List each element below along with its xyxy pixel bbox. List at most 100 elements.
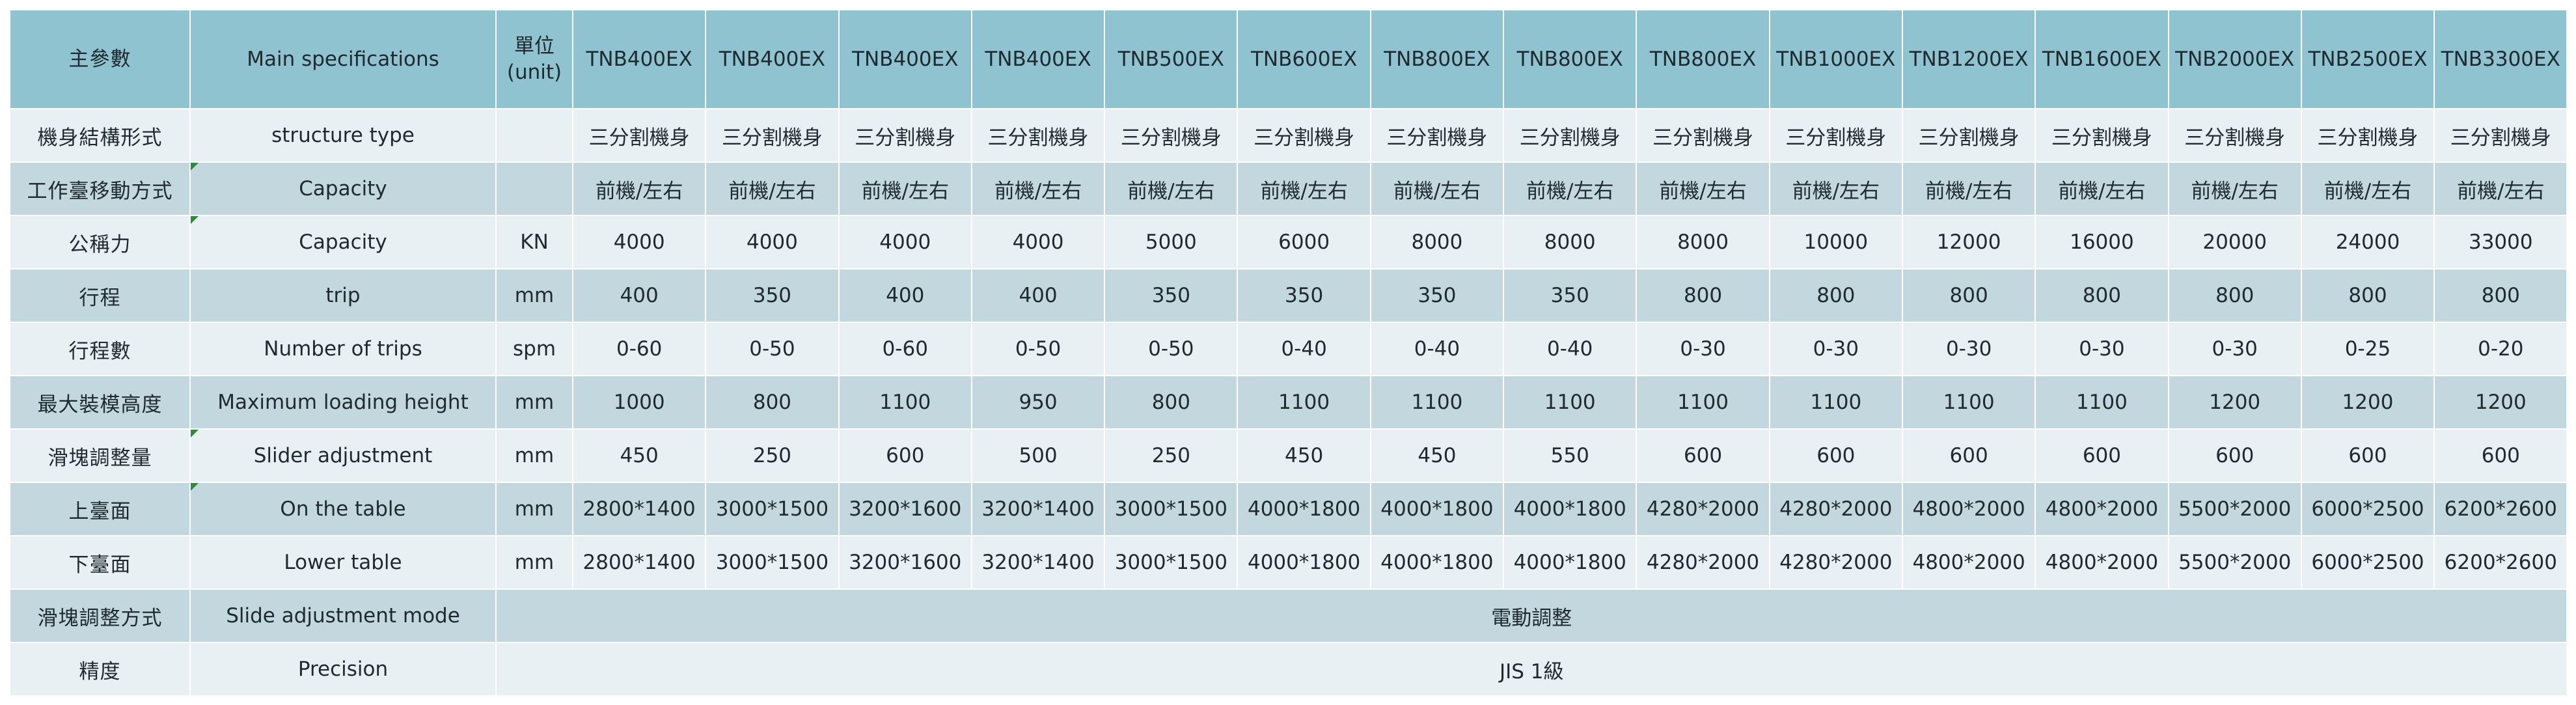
merged-value-cell: 電動調整 (495, 588, 2568, 643)
row-value-cell: 三分割機身 (1901, 108, 2036, 163)
row-value-cell: 800 (1768, 268, 1903, 323)
row-value-cell: 三分割機身 (2300, 108, 2435, 163)
row-value-cell: 1100 (2035, 375, 2169, 430)
header-unit-line1: 單位 (514, 35, 555, 58)
header-model: TNB1000EX (1768, 9, 1903, 109)
row-value-cell: 600 (2167, 428, 2302, 483)
row-value-cell: 600 (838, 428, 972, 483)
row-value-cell: 4000*1800 (1369, 535, 1505, 590)
row-value-cell: 6200*2600 (2433, 482, 2568, 536)
row-value-cell: 前機/左右 (970, 161, 1106, 216)
row-value-cell: 0-50 (970, 322, 1106, 376)
row-value-cell: 1100 (1369, 375, 1505, 430)
row-value-cell: 6000*2500 (2300, 535, 2435, 590)
table-row-merged: 精度 Precision JIS 1級 (9, 642, 2568, 697)
row-value-cell: 0-40 (1369, 322, 1505, 376)
row-value-cell: 500 (970, 428, 1106, 483)
row-value-cell: 3000*1500 (705, 535, 840, 590)
row-en-label: Lower table (189, 535, 497, 590)
row-value-cell: 4280*2000 (1636, 482, 1770, 536)
row-value-cell: 三分割機身 (1636, 108, 1770, 163)
row-en-label: Slider adjustment (189, 428, 497, 483)
header-model: TNB2500EX (2300, 9, 2435, 109)
row-value-cell: 0-60 (571, 322, 707, 376)
row-value-cell: 4000*1800 (1237, 535, 1371, 590)
header-model: TNB400EX (571, 9, 707, 109)
row-value-cell: 三分割機身 (2433, 108, 2568, 163)
row-value-cell: 550 (1503, 428, 1637, 483)
row-value-cell: 前機/左右 (571, 161, 707, 216)
row-value-cell: 33000 (2433, 215, 2568, 270)
row-value-cell: 三分割機身 (1104, 108, 1239, 163)
header-model: TNB2000EX (2167, 9, 2302, 109)
row-value-cell: 800 (2167, 268, 2302, 323)
row-value-cell: 4800*2000 (1901, 482, 2036, 536)
row-value-cell: 2800*1400 (571, 535, 707, 590)
row-value-cell: 4280*2000 (1768, 482, 1903, 536)
row-value-cell: 4000 (705, 215, 840, 270)
row-value-cell: 0-20 (2433, 322, 2568, 376)
row-value-cell: 800 (1636, 268, 1770, 323)
header-cn-param: 主參數 (9, 9, 191, 109)
table-row: 行程 trip mm 400 350 400 400 350 350 350 350 800 800 80… (9, 268, 2568, 323)
row-value-cell: 600 (1768, 428, 1903, 483)
row-unit: mm (495, 535, 573, 590)
row-value-cell: 800 (2300, 268, 2435, 323)
row-value-cell: 1200 (2300, 375, 2435, 430)
row-value-cell: 前機/左右 (1104, 161, 1239, 216)
row-value-cell: 250 (705, 428, 840, 483)
row-value-cell: 1100 (1768, 375, 1903, 430)
row-value-cell: 2800*1400 (571, 482, 707, 536)
row-value-cell: 5500*2000 (2167, 482, 2302, 536)
row-value-cell: 400 (571, 268, 707, 323)
row-cn-label: 公稱力 (9, 215, 191, 270)
row-value-cell: 350 (1503, 268, 1637, 323)
row-value-cell: 8000 (1503, 215, 1637, 270)
row-value-cell: 0-40 (1503, 322, 1637, 376)
row-value-cell: 0-30 (1768, 322, 1903, 376)
header-model: TNB400EX (705, 9, 840, 109)
row-value-cell: 1000 (571, 375, 707, 430)
row-value-cell: 4000*1800 (1503, 535, 1637, 590)
header-model: TNB3300EX (2433, 9, 2568, 109)
row-value-cell: 600 (1901, 428, 2036, 483)
header-model: TNB600EX (1237, 9, 1371, 109)
spec-table-body: 機身結構形式 structure type 三分割機身 三分割機身 三分割機身 三分割機身… (9, 108, 2568, 697)
row-unit (495, 161, 573, 216)
row-value-cell: 4000 (838, 215, 972, 270)
row-value-cell: 5000 (1104, 215, 1239, 270)
row-value-cell: 4000*1800 (1369, 482, 1505, 536)
row-value-cell: 前機/左右 (2035, 161, 2169, 216)
row-en-label: On the table (189, 482, 497, 536)
row-value-cell: 4800*2000 (2035, 535, 2169, 590)
row-value-cell: 10000 (1768, 215, 1903, 270)
row-value-cell: 4000*1800 (1503, 482, 1637, 536)
table-row: 工作臺移動方式 Capacity 前機/左右 前機/左右 前機/左右 前機/左右 前機/左右… (9, 161, 2568, 216)
row-value-cell: 前機/左右 (2433, 161, 2568, 216)
row-unit: spm (495, 322, 573, 376)
row-value-cell: 800 (2433, 268, 2568, 323)
row-value-cell: 250 (1104, 428, 1239, 483)
row-value-cell: 0-50 (1104, 322, 1239, 376)
row-cn-label: 機身結構形式 (9, 108, 191, 163)
row-value-cell: 三分割機身 (1369, 108, 1505, 163)
row-en-label: trip (189, 268, 497, 323)
row-unit: mm (495, 482, 573, 536)
row-value-cell: 350 (1104, 268, 1239, 323)
row-value-cell: 20000 (2167, 215, 2302, 270)
row-value-cell: 1100 (838, 375, 972, 430)
table-row-merged: 滑塊調整方式 Slide adjustment mode 電動調整 (9, 588, 2568, 643)
row-value-cell: 4280*2000 (1768, 535, 1903, 590)
row-value-cell: 0-25 (2300, 322, 2435, 376)
row-value-cell: 350 (1369, 268, 1505, 323)
row-value-cell: 800 (2035, 268, 2169, 323)
row-value-cell: 前機/左右 (705, 161, 840, 216)
table-row: 下臺面 Lower table mm 2800*1400 3000*1500 3200*1… (9, 535, 2568, 590)
table-row: 最大裝模高度 Maximum loading height mm 1000 800 110… (9, 375, 2568, 430)
table-row: 行程數 Number of trips spm 0-60 0-50 0-60 0-50 0-5… (9, 322, 2568, 376)
row-cn-label: 工作臺移動方式 (9, 161, 191, 216)
row-value-cell: 6200*2600 (2433, 535, 2568, 590)
row-value-cell: 前機/左右 (1503, 161, 1637, 216)
row-value-cell: 0-40 (1237, 322, 1371, 376)
row-value-cell: 600 (2035, 428, 2169, 483)
